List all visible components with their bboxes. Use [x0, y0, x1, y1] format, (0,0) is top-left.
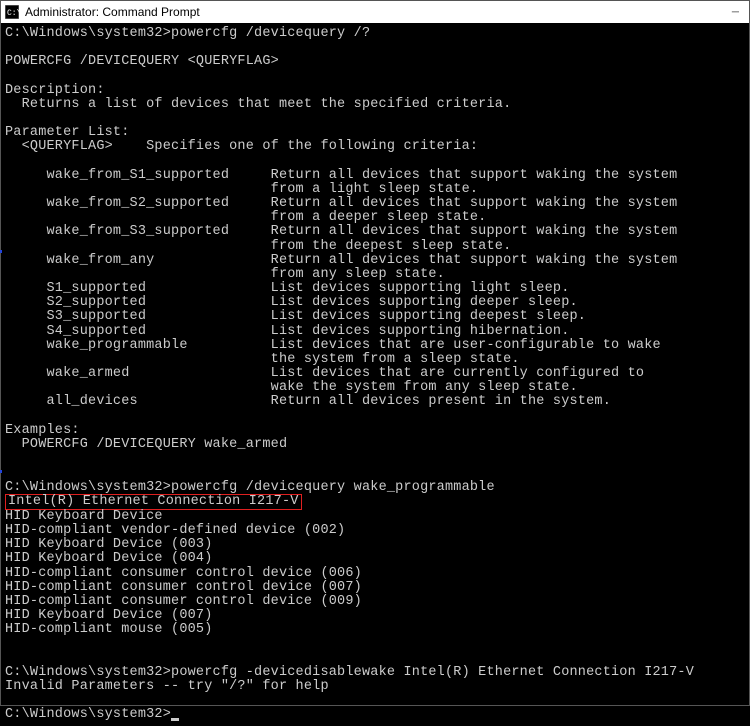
svg-text:C:\: C:\ — [7, 9, 19, 18]
command-text: powercfg -devicedisablewake Intel(R) Eth… — [171, 665, 694, 680]
flags-list: wake_from_S1_supported Return all device… — [5, 168, 677, 410]
prompt-path: C:\Windows\system32> — [5, 480, 171, 495]
side-accent — [0, 250, 2, 253]
error-line: Invalid Parameters -- try "/?" for help — [5, 679, 329, 694]
command-text: powercfg /devicequery /? — [171, 26, 370, 41]
highlighted-device: Intel(R) Ethernet Connection I217-V — [5, 494, 302, 510]
examples-body: POWERCFG /DEVICEQUERY wake_armed — [5, 437, 287, 452]
window-title: Administrator: Command Prompt — [25, 5, 200, 19]
command-text: powercfg /devicequery wake_programmable — [171, 480, 495, 495]
examples-header: Examples: — [5, 423, 80, 438]
window-titlebar: C:\ Administrator: Command Prompt ─ — [1, 1, 749, 23]
minimize-button[interactable]: ─ — [730, 7, 741, 18]
prompt-path: C:\Windows\system32> — [5, 707, 171, 722]
usage-line: POWERCFG /DEVICEQUERY <QUERYFLAG> — [5, 54, 279, 69]
parameter-intro: <QUERYFLAG> Specifies one of the followi… — [5, 139, 478, 154]
description-header: Description: — [5, 83, 105, 98]
parameter-header: Parameter List: — [5, 125, 130, 140]
cmd-icon: C:\ — [5, 5, 19, 19]
terminal-output[interactable]: C:\Windows\system32>powercfg /devicequer… — [1, 23, 749, 726]
titlebar-left: C:\ Administrator: Command Prompt — [5, 5, 200, 19]
side-accent — [0, 470, 2, 473]
prompt-path: C:\Windows\system32> — [5, 26, 171, 41]
cursor — [171, 718, 179, 721]
prompt-path: C:\Windows\system32> — [5, 665, 171, 680]
window-controls: ─ — [730, 7, 745, 18]
description-body: Returns a list of devices that meet the … — [5, 97, 511, 112]
device-list: HID Keyboard Device HID-compliant vendor… — [5, 509, 362, 637]
